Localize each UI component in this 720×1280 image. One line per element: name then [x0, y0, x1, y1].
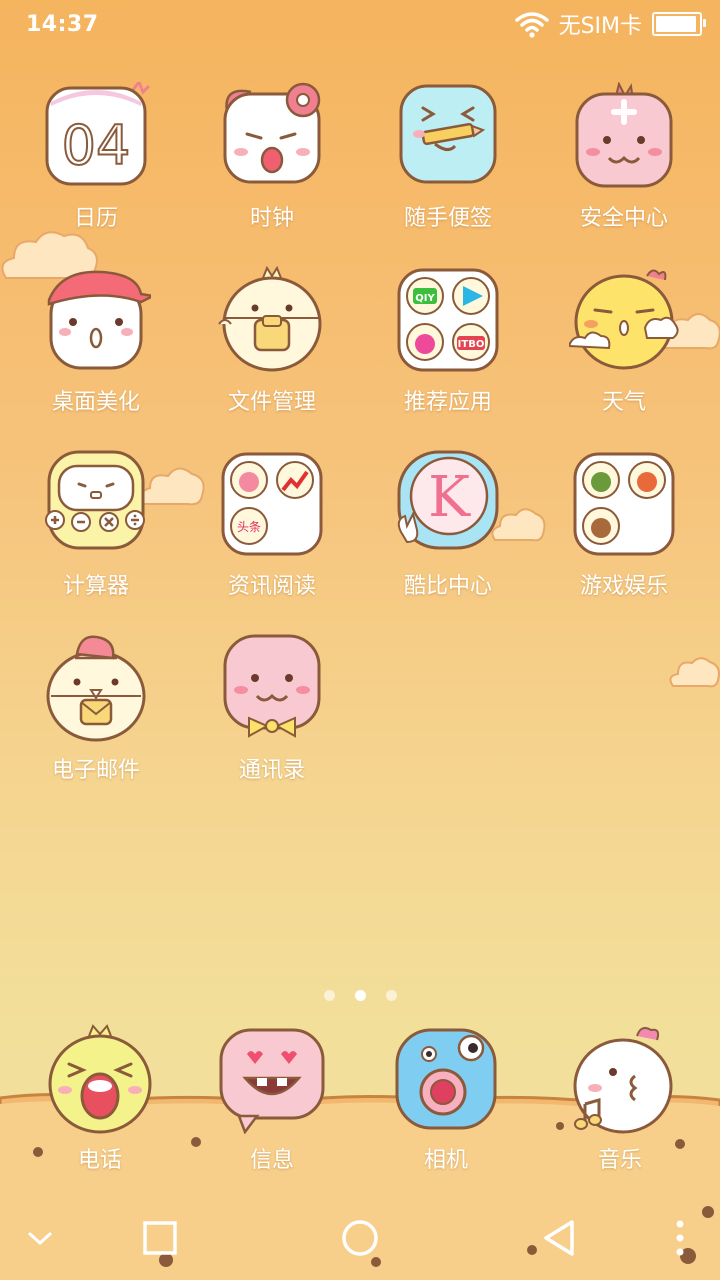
recents-button[interactable]	[130, 1208, 190, 1268]
collapse-button[interactable]	[10, 1208, 70, 1268]
app-notes[interactable]: 随手便签	[360, 82, 536, 232]
app-calculator[interactable]: 计算器	[8, 450, 184, 600]
news-folder-icon: 头条	[221, 452, 323, 556]
back-icon	[544, 1220, 574, 1256]
page-dot[interactable]	[385, 990, 397, 1001]
app-email[interactable]: 电子邮件	[8, 634, 184, 784]
app-security[interactable]: 安全中心	[536, 81, 712, 232]
cloud-decoration	[669, 657, 720, 688]
clock-icon	[223, 82, 321, 184]
app-clock[interactable]: 时钟	[184, 82, 360, 232]
messages-icon	[219, 1028, 325, 1135]
app-label: 游戏娱乐	[579, 574, 668, 599]
navigation-bar	[0, 1190, 720, 1280]
recommended-apps-folder-icon: QIY ITBO	[397, 268, 499, 372]
svg-text:04: 04	[62, 114, 131, 177]
dock-label: 信息	[249, 1148, 294, 1173]
collapse-icon	[28, 1232, 52, 1246]
app-label: 电子邮件	[51, 758, 140, 783]
wifi-icon	[514, 12, 549, 38]
home-icon	[342, 1220, 378, 1256]
dock-music[interactable]	[532, 1024, 708, 1134]
app-label: 推荐应用	[403, 390, 492, 415]
app-label: 安全中心	[579, 206, 668, 231]
recents-icon	[143, 1221, 177, 1255]
dock-camera[interactable]	[358, 1024, 534, 1134]
weather-icon	[567, 269, 679, 370]
carrier-text: 无SIM卡	[558, 14, 642, 39]
app-theme[interactable]: 桌面美化	[8, 266, 184, 416]
theme-icon	[47, 270, 157, 370]
page-dot[interactable]	[323, 990, 335, 1001]
svg-text:QIY: QIY	[415, 293, 435, 304]
app-label: 酷比中心	[403, 574, 492, 599]
app-label: 资讯阅读	[227, 574, 316, 599]
dock-label: 音乐	[597, 1148, 642, 1173]
app-label: 桌面美化	[51, 390, 140, 415]
app-label: 文件管理	[227, 390, 316, 415]
app-recommended-folder[interactable]: QIY ITBO 推荐应用	[360, 266, 536, 416]
security-icon	[575, 81, 673, 188]
battery-icon	[652, 12, 706, 36]
app-news-folder[interactable]: 头条 资讯阅读	[184, 450, 360, 600]
file-manager-icon	[218, 265, 322, 372]
svg-text:ITBO: ITBO	[458, 339, 485, 350]
status-bar: 14:37 无SIM卡	[0, 0, 720, 52]
notes-icon	[399, 84, 497, 184]
app-label: 通讯录	[238, 758, 305, 783]
app-label: 计算器	[62, 574, 129, 599]
page-indicator	[0, 990, 720, 1001]
email-icon	[46, 635, 146, 742]
page-dot-active[interactable]	[354, 990, 366, 1001]
calendar-icon: 04	[45, 78, 151, 186]
home-button[interactable]	[330, 1208, 390, 1268]
games-folder-icon	[573, 452, 675, 556]
app-label: 日历	[73, 206, 118, 231]
app-label: 随手便签	[403, 206, 492, 231]
app-calendar[interactable]: 04 日历	[8, 78, 184, 232]
dock-phone[interactable]	[12, 1024, 188, 1134]
dock-label: 电话	[77, 1148, 122, 1173]
svg-text:K: K	[428, 465, 471, 530]
app-koobee-center[interactable]: K 酷比中心	[360, 450, 536, 600]
music-icon	[573, 1027, 673, 1134]
app-label: 天气	[601, 390, 646, 415]
menu-icon	[676, 1220, 684, 1256]
app-games-folder[interactable]: 游戏娱乐	[536, 450, 712, 600]
phone-icon	[48, 1024, 152, 1134]
app-file-manager[interactable]: 文件管理	[184, 265, 360, 416]
status-time: 14:37	[26, 12, 99, 37]
app-contacts[interactable]: 通讯录	[184, 634, 360, 784]
dock-messages[interactable]	[184, 1024, 360, 1135]
menu-button[interactable]	[650, 1208, 710, 1268]
app-label: 时钟	[249, 206, 294, 231]
svg-text:头条: 头条	[237, 520, 261, 534]
dock-label: 相机	[423, 1148, 468, 1173]
calculator-icon	[45, 450, 145, 550]
app-weather[interactable]: 天气	[536, 266, 712, 416]
contacts-icon	[223, 634, 321, 738]
camera-icon	[395, 1028, 497, 1130]
koobee-center-icon: K	[397, 450, 499, 550]
back-button[interactable]	[530, 1208, 590, 1268]
